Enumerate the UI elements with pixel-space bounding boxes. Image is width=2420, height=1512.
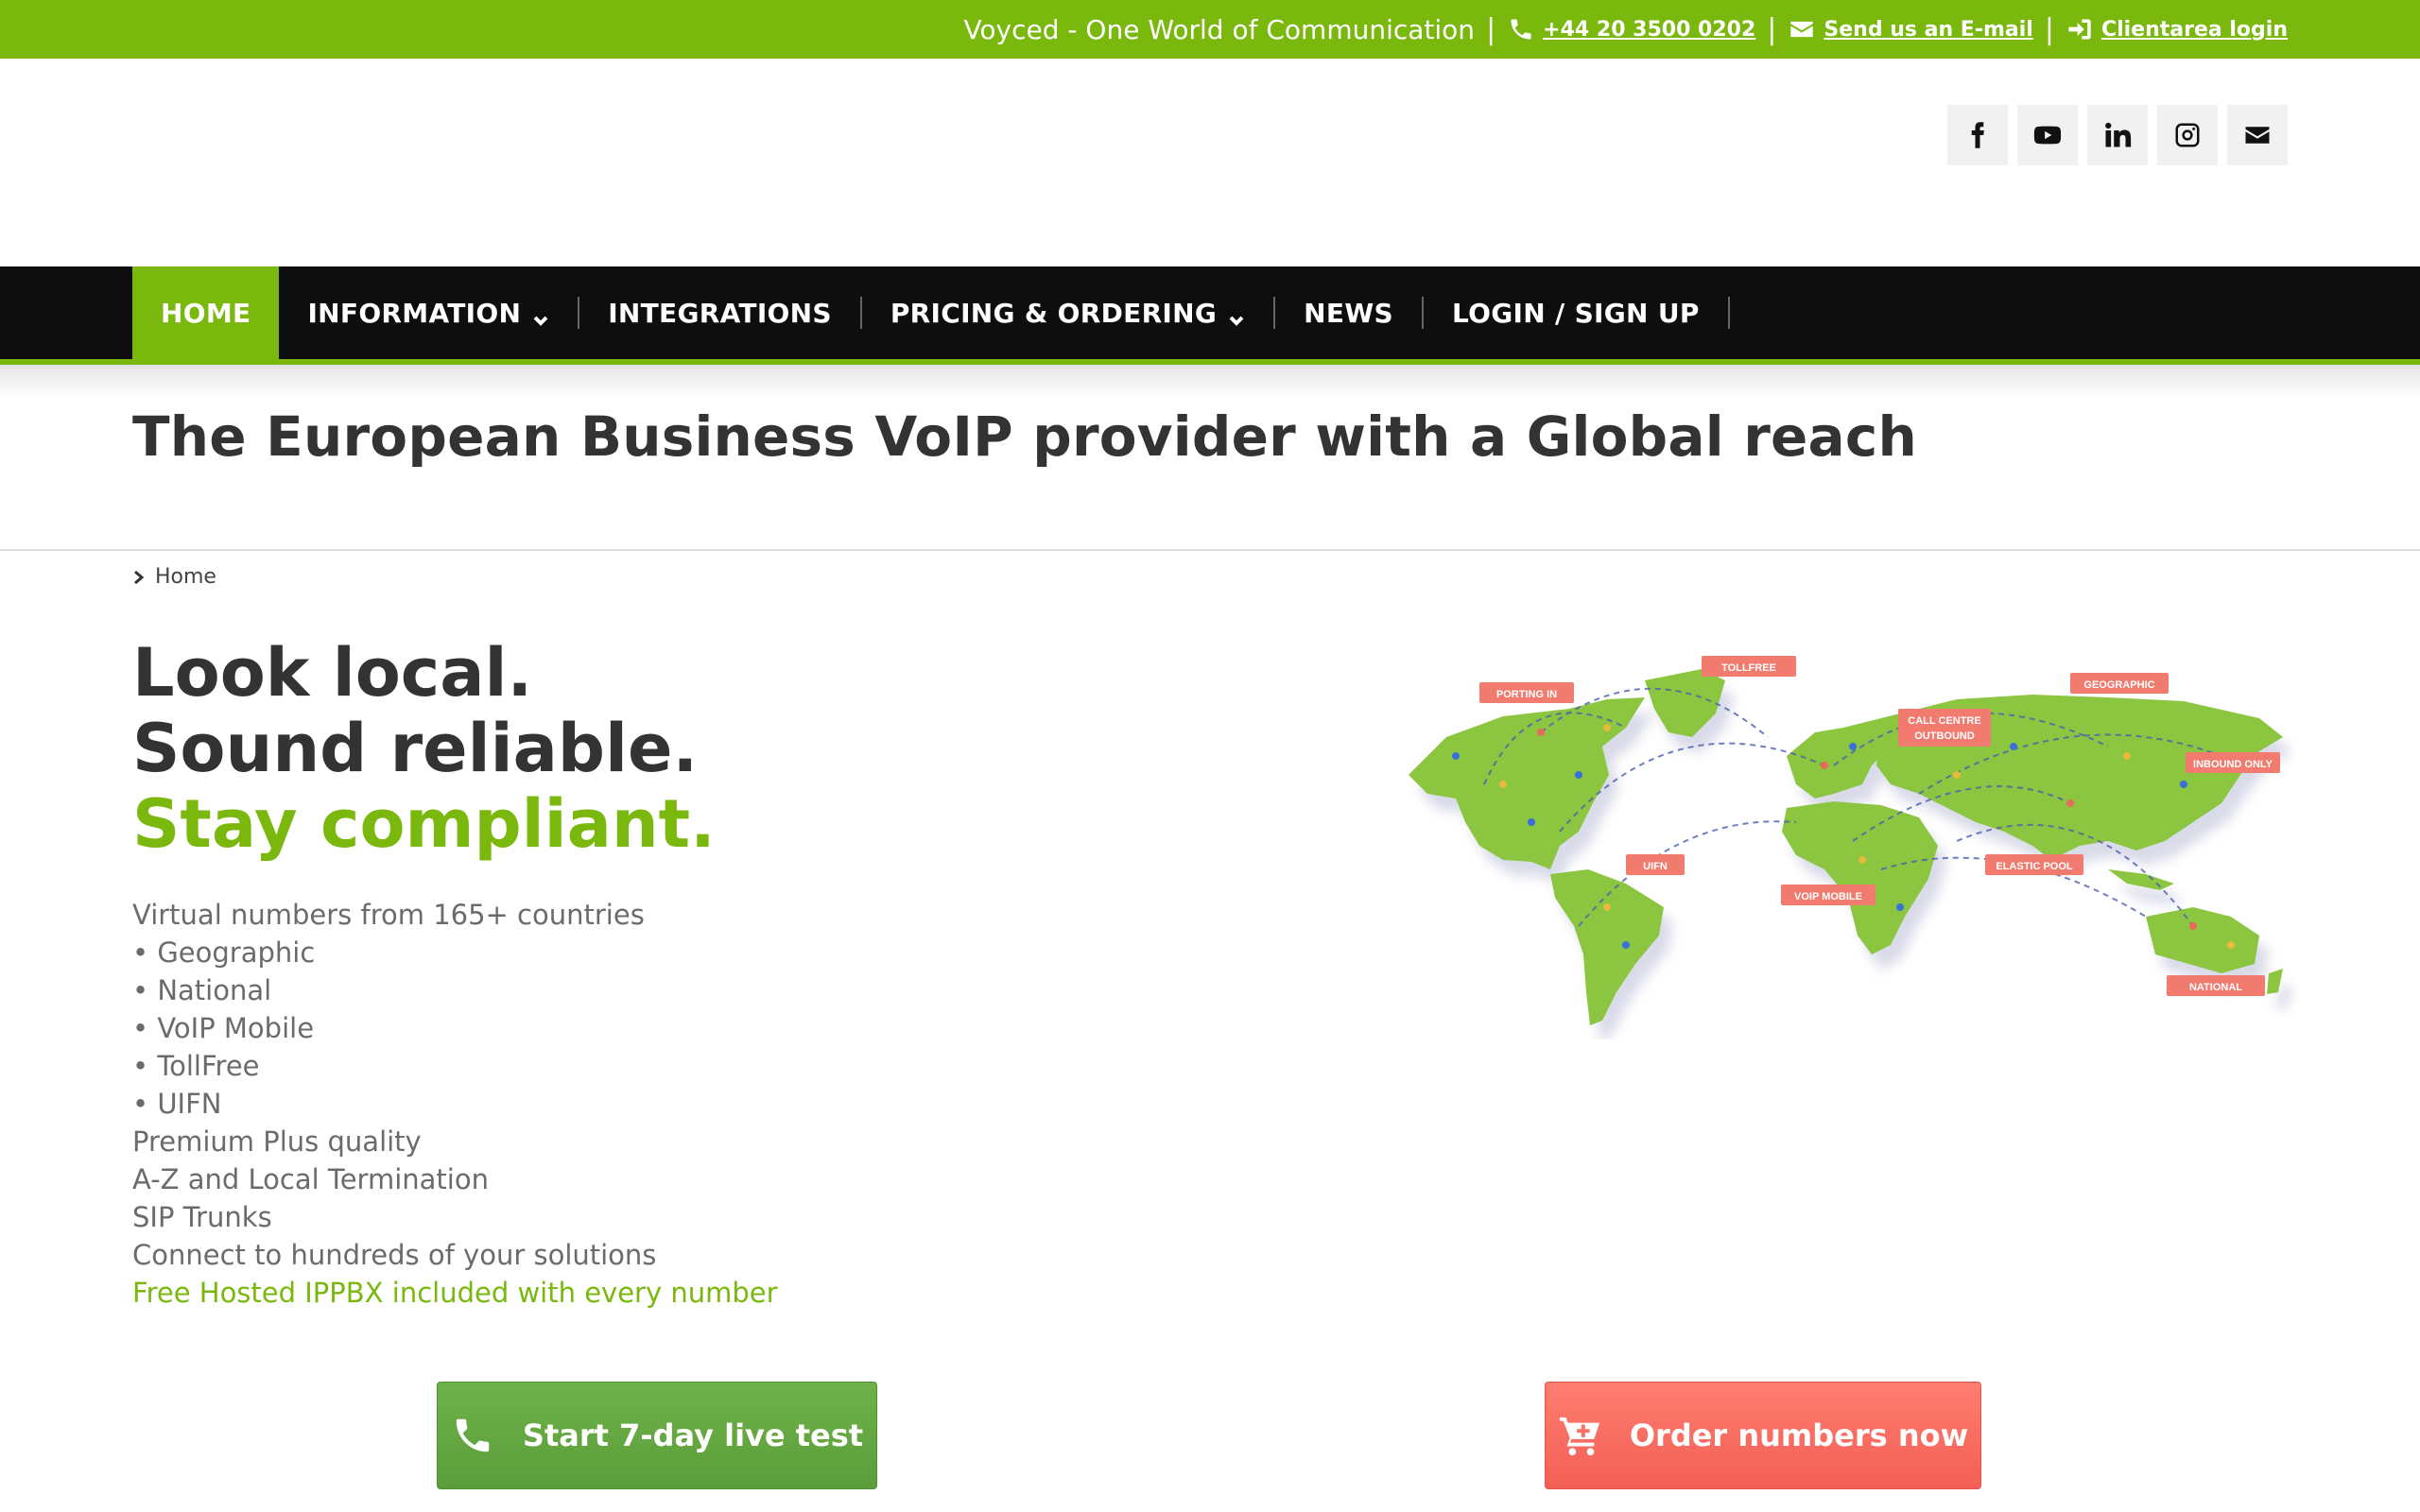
facebook-icon <box>1971 122 1984 148</box>
separator: | <box>2044 12 2054 46</box>
youtube-button[interactable] <box>2017 105 2078 165</box>
nav-item-label: INFORMATION <box>307 297 522 329</box>
top-bar: Voyced - One World of Communication | +4… <box>0 0 2420 59</box>
north-america-shape <box>1409 697 1645 869</box>
email-link[interactable]: Send us an E-mail <box>1788 15 2033 43</box>
nav-item-label: HOME <box>161 297 251 329</box>
separator: | <box>1486 12 1496 46</box>
email-link-label: Send us an E-mail <box>1824 17 2033 42</box>
nav-item-label: INTEGRATIONS <box>608 297 832 329</box>
divider <box>0 549 2420 551</box>
phone-icon <box>456 1418 490 1452</box>
order-numbers-button[interactable]: Order numbers now <box>1545 1382 1981 1489</box>
africa-shape <box>1782 801 1938 954</box>
map-label-voip-mobile: VOIP MOBILE <box>1794 891 1862 902</box>
client-login-link[interactable]: Clientarea login <box>2066 15 2288 43</box>
feature-item: • National <box>132 974 272 1006</box>
feature-item: • UIFN <box>132 1088 222 1120</box>
page-title: The European Business VoIP provider with… <box>132 404 1917 469</box>
nav-divider <box>1727 297 1730 329</box>
nav-item-label: LOGIN / SIGN UP <box>1451 297 1700 329</box>
nav-shadow <box>0 365 2420 397</box>
feature-item: Virtual numbers from 165+ countries <box>132 899 645 931</box>
map-label-outbound: OUTBOUND <box>1914 730 1975 742</box>
map-label-inbound-only: INBOUND ONLY <box>2193 759 2273 770</box>
facebook-button[interactable] <box>1947 105 2008 165</box>
feature-item: Connect to hundreds of your solutions <box>132 1239 657 1271</box>
top-bar-content: Voyced - One World of Communication | +4… <box>963 0 2288 59</box>
headline-line-3: Stay compliant. <box>132 785 716 863</box>
youtube-icon <box>2033 126 2062 145</box>
hero-headline: Look local. Sound reliable. Stay complia… <box>132 635 716 862</box>
greenland-shape <box>1645 669 1725 737</box>
feature-list: Virtual numbers from 165+ countries • Ge… <box>132 896 778 1312</box>
chevron-down-icon <box>532 304 549 326</box>
map-label-tollfree: TOLLFREE <box>1721 662 1776 674</box>
nav-item-news[interactable]: NEWS <box>1275 266 1422 359</box>
europe-shape <box>1787 718 1891 799</box>
indonesia-shape <box>2108 869 2174 890</box>
start-live-test-button[interactable]: Start 7-day live test <box>437 1382 877 1489</box>
nav-item-home[interactable]: HOME <box>132 266 280 359</box>
phone-number: +44 20 3500 0202 <box>1543 17 1756 42</box>
feature-item: SIP Trunks <box>132 1201 272 1233</box>
feature-item: Premium Plus quality <box>132 1125 422 1158</box>
social-links <box>1947 105 2288 165</box>
map-label-porting-in: PORTING IN <box>1496 689 1557 700</box>
map-label-geographic: GEOGRAPHIC <box>2083 679 2154 691</box>
client-login-label: Clientarea login <box>2100 17 2288 42</box>
linkedin-icon <box>2105 122 2132 147</box>
nav-item-integrations[interactable]: INTEGRATIONS <box>579 266 860 359</box>
nav-item-information[interactable]: INFORMATION <box>279 266 578 359</box>
feature-item: • Geographic <box>132 936 316 969</box>
sign-in-icon <box>2066 15 2094 43</box>
order-numbers-label: Order numbers now <box>1629 1418 1969 1453</box>
nav-item-label: NEWS <box>1304 297 1393 329</box>
email-button[interactable] <box>2227 105 2288 165</box>
headline-line-2: Sound reliable. <box>132 710 699 787</box>
nav-item-label: PRICING & ORDERING <box>890 297 1218 329</box>
start-live-test-label: Start 7-day live test <box>522 1418 864 1453</box>
breadcrumb: Home <box>132 565 216 589</box>
feature-item-highlight: Free Hosted IPPBX included with every nu… <box>132 1277 778 1309</box>
nav-item-login-signup[interactable]: LOGIN / SIGN UP <box>1424 266 1728 359</box>
feature-item: • VoIP Mobile <box>132 1012 315 1044</box>
envelope-icon <box>2245 127 2270 144</box>
phone-icon <box>1507 15 1535 43</box>
envelope-icon <box>1788 15 1816 43</box>
phone-link[interactable]: +44 20 3500 0202 <box>1507 15 1755 43</box>
headline-line-1: Look local. <box>132 634 533 712</box>
world-map-illustration: TOLLFREE PORTING IN GEOGRAPHIC CALL CENT… <box>1409 656 2283 1025</box>
new-zealand-shape <box>2267 969 2283 994</box>
feature-item: • TollFree <box>132 1050 260 1082</box>
breadcrumb-home[interactable]: Home <box>155 565 216 589</box>
map-label-uifn: UIFN <box>1643 861 1668 872</box>
instagram-button[interactable] <box>2157 105 2218 165</box>
main-nav-items: HOME INFORMATION INTEGRATIONS PRICING & … <box>132 266 1730 359</box>
main-nav: HOME INFORMATION INTEGRATIONS PRICING & … <box>0 266 2420 365</box>
map-label-elastic-pool: ELASTIC POOL <box>1996 861 2073 872</box>
chevron-down-icon <box>1228 304 1245 326</box>
instagram-icon <box>2175 123 2200 147</box>
feature-item: A-Z and Local Termination <box>132 1163 489 1195</box>
map-label-call-centre: CALL CENTRE <box>1908 715 1980 727</box>
cart-plus-icon <box>1559 1417 1599 1456</box>
separator: | <box>1767 12 1777 46</box>
map-label-national: NATIONAL <box>2189 982 2242 993</box>
south-america-shape <box>1550 869 1664 1025</box>
site-tagline: Voyced - One World of Communication <box>963 13 1476 45</box>
linkedin-button[interactable] <box>2087 105 2148 165</box>
australia-shape <box>2146 907 2259 973</box>
nav-item-pricing-ordering[interactable]: PRICING & ORDERING <box>862 266 1273 359</box>
chevron-right-icon <box>134 570 145 584</box>
